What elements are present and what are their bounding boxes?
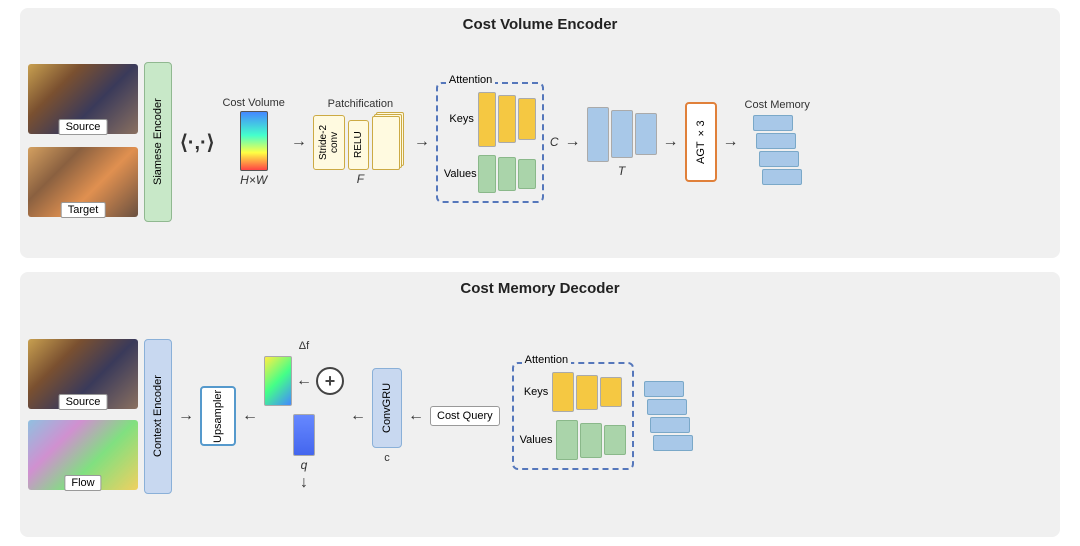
arrow-b2: ← — [242, 407, 258, 425]
values-label-bottom: Values — [520, 434, 553, 446]
t-feat2 — [611, 110, 633, 158]
flow-feat-bot — [264, 356, 292, 406]
agt-box: AGT ×3 — [685, 102, 717, 182]
attention-label-top: Attention — [446, 74, 495, 86]
arrow4: → — [663, 133, 679, 151]
arrow-left-df: ← — [296, 372, 312, 390]
cost-query-area: Cost Query — [430, 406, 500, 426]
cost-volume-block — [240, 111, 268, 171]
top-section-title: Cost Volume Encoder — [28, 16, 1052, 33]
keys-feat1 — [478, 92, 496, 147]
convgru-box: ConvGRU — [372, 368, 402, 448]
cost-memory-bot-area — [644, 381, 693, 451]
upsampler-area: Upsampler — [200, 386, 236, 446]
c-label-top: C — [550, 135, 559, 149]
hw-label: H×W — [240, 173, 267, 187]
values-feat3 — [518, 159, 536, 189]
keys-feat-b2 — [576, 375, 598, 410]
cost-volume-label: Cost Volume — [222, 97, 284, 109]
bottom-section: Cost Memory Decoder Source Flow Context … — [20, 272, 1060, 537]
keys-label-bottom: Keys — [524, 386, 548, 398]
values-feat2 — [498, 157, 516, 191]
relu-box: RELU — [348, 120, 369, 170]
cost-volume-area: Cost Volume H×W — [222, 97, 284, 187]
keys-feat-b1 — [552, 372, 574, 412]
values-label-top: Values — [444, 168, 474, 180]
source-label-top: Source — [59, 119, 108, 135]
f-label: F — [357, 172, 364, 186]
attention-label-bottom: Attention — [522, 354, 571, 366]
arrow-b1: → — [178, 407, 194, 425]
arrow3: → — [565, 133, 581, 151]
attention-area-bottom: Attention Keys Values — [512, 362, 635, 470]
keys-label-top: Keys — [444, 113, 474, 125]
keys-feat-b3 — [600, 377, 622, 407]
flow-label-bottom: Flow — [64, 475, 101, 491]
arrow5: → — [723, 133, 739, 151]
context-encoder-box: Context Encoder — [144, 339, 172, 494]
c-area: C — [550, 135, 559, 149]
t-feat1 — [587, 107, 609, 162]
plus-circle: + — [316, 367, 344, 395]
arrow-b3: ← — [350, 407, 366, 425]
target-label-top: Target — [61, 202, 106, 218]
values-feat-b1 — [556, 420, 578, 460]
source-label-bottom: Source — [59, 394, 108, 410]
convgru-area: ConvGRU c — [372, 368, 402, 464]
delta-f-label: Δf — [299, 340, 309, 352]
patch-label: Patchification — [328, 98, 393, 110]
c-label-bot: c — [384, 452, 390, 464]
q-feat — [293, 414, 315, 456]
keys-feat2 — [498, 95, 516, 143]
delta-area: Δf ← + q ↓ — [264, 340, 344, 492]
upsampler-box: Upsampler — [200, 386, 236, 446]
cost-query-box: Cost Query — [430, 406, 500, 426]
cost-memory-stack — [753, 115, 802, 185]
values-feat-b2 — [580, 423, 602, 458]
cost-memory-stack-bot — [644, 381, 693, 451]
keys-feat3 — [518, 98, 536, 140]
t-label: T — [618, 164, 625, 178]
arrow-b4: ← — [408, 407, 424, 425]
values-feat-b3 — [604, 425, 626, 455]
arrow2: → — [414, 133, 430, 151]
q-area: q ↓ — [293, 414, 315, 492]
cost-memory-label: Cost Memory — [745, 99, 810, 111]
t-area: T — [587, 107, 657, 178]
top-section: Cost Volume Encoder Source Target Siames… — [20, 8, 1060, 258]
attention-area-top: Attention Keys Values — [436, 82, 544, 203]
t-feat3 — [635, 113, 657, 155]
siamese-encoder-box: Siamese Encoder — [144, 62, 172, 222]
stride2-box: Stride-2 conv — [313, 115, 345, 170]
arrow1: → — [291, 133, 307, 151]
arrow-down-q: ↓ — [300, 474, 308, 492]
values-feat1 — [478, 155, 496, 193]
correlation-symbol: ⟨·,·⟩ — [178, 130, 216, 155]
cost-memory-area: Cost Memory — [745, 99, 810, 185]
q-label: q — [301, 458, 308, 472]
bottom-section-title: Cost Memory Decoder — [28, 280, 1052, 297]
patchification-area: Patchification Stride-2 conv RELU F — [313, 98, 408, 186]
